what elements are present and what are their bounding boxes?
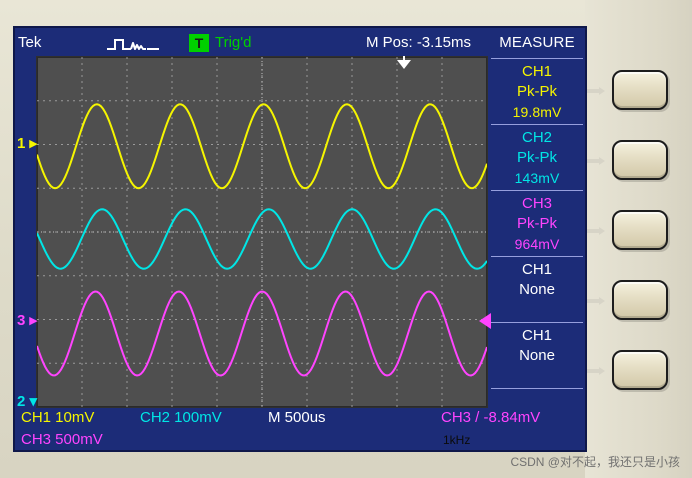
ch3-ground-marker-icon: ▸ — [29, 312, 38, 329]
measure-item-2-type: Pk-Pk — [516, 149, 557, 166]
ch1-trace — [37, 103, 487, 190]
ch1-ground-marker: 1 ▸ — [17, 136, 37, 151]
ch3-ground-marker: 3 ▸ — [17, 313, 37, 328]
measure-item-4-title: CH1 — [521, 261, 552, 278]
measure-item-3-value: 964mV — [514, 236, 560, 252]
bottom-info: CH1 10mV CH2 100mV M 500us CH3 / -8.84mV… — [15, 409, 585, 454]
trigger-status: Trig'd — [215, 34, 252, 51]
trigger-badge: T — [189, 34, 209, 52]
main-position: M Pos: -3.15ms — [365, 34, 471, 51]
measure-item-5-type: None — [519, 347, 555, 364]
frequency-readout: 1kHz — [443, 433, 471, 447]
measure-item-1-type: Pk-Pk — [516, 83, 557, 100]
softkey-4-button[interactable] — [612, 280, 668, 320]
measure-item-1-title: CH1 — [521, 63, 552, 80]
softkey-5-button[interactable] — [612, 350, 668, 390]
softkey-1-button[interactable] — [612, 70, 668, 110]
measure-panel: MEASURE CH1 Pk-Pk 19.8mV CH2 Pk-Pk 143mV… — [485, 28, 589, 409]
acquisition-waveform-icon — [107, 39, 159, 50]
oscilloscope-screen: Tek T Trig'd M Pos: -3.15ms 1 ▸ 3 ▸ 2 ▾ … — [13, 26, 587, 452]
timebase: M 500us — [268, 409, 326, 426]
measure-item-3-type: Pk-Pk — [516, 215, 557, 232]
ch3-marker-label: 3 — [17, 312, 26, 329]
measure-item-4-type: None — [519, 281, 555, 298]
measure-item-3[interactable]: CH3 Pk-Pk 964mV — [485, 190, 589, 256]
ch2-scale: CH2 100mV — [140, 409, 222, 426]
measure-item-1[interactable]: CH1 Pk-Pk 19.8mV — [485, 58, 589, 124]
ch3-trigger: CH3 / -8.84mV — [441, 409, 540, 426]
ch2-ground-marker-icon: ▾ — [29, 393, 38, 410]
measure-title: MEASURE — [499, 34, 575, 51]
measure-separator — [491, 388, 583, 389]
trigger-position-arrow-icon — [395, 56, 413, 70]
ch1-ground-marker-icon: ▸ — [29, 135, 38, 152]
measure-item-2-value: 143mV — [514, 170, 560, 186]
plot-svg — [37, 57, 487, 407]
leader-arrow-icon — [587, 87, 605, 95]
softkey-2-button[interactable] — [612, 140, 668, 180]
leader-arrow-icon — [587, 157, 605, 165]
measure-item-5[interactable]: CH1 None — [485, 322, 589, 388]
softkey-3-button[interactable] — [612, 210, 668, 250]
measure-item-4[interactable]: CH1 None — [485, 256, 589, 322]
ch1-marker-label: 1 — [17, 135, 26, 152]
measure-item-2-title: CH2 — [521, 129, 552, 146]
brand-label: Tek — [18, 34, 42, 51]
oscilloscope-bezel: Tek T Trig'd M Pos: -3.15ms 1 ▸ 3 ▸ 2 ▾ … — [0, 0, 692, 478]
ch3-scale: CH3 500mV — [21, 431, 103, 448]
measure-item-5-title: CH1 — [521, 327, 552, 344]
watermark-text: CSDN @对不起，我还只是小孩 — [510, 455, 680, 469]
leader-arrow-icon — [587, 227, 605, 235]
leader-arrow-icon — [587, 367, 605, 375]
ch1-scale: CH1 10mV — [21, 409, 95, 426]
waveform-plot — [36, 56, 488, 408]
ch3-trigger-text: CH3 / -8.84mV — [441, 409, 541, 426]
ch2-marker-label: 2 — [17, 393, 26, 410]
measure-item-1-value: 19.8mV — [512, 104, 562, 120]
ch2-ground-marker: 2 ▾ — [17, 394, 37, 409]
measure-item-3-title: CH3 — [521, 195, 552, 212]
measure-item-2[interactable]: CH2 Pk-Pk 143mV — [485, 124, 589, 190]
leader-arrow-icon — [587, 297, 605, 305]
trigger-badge-text: T — [194, 35, 204, 51]
